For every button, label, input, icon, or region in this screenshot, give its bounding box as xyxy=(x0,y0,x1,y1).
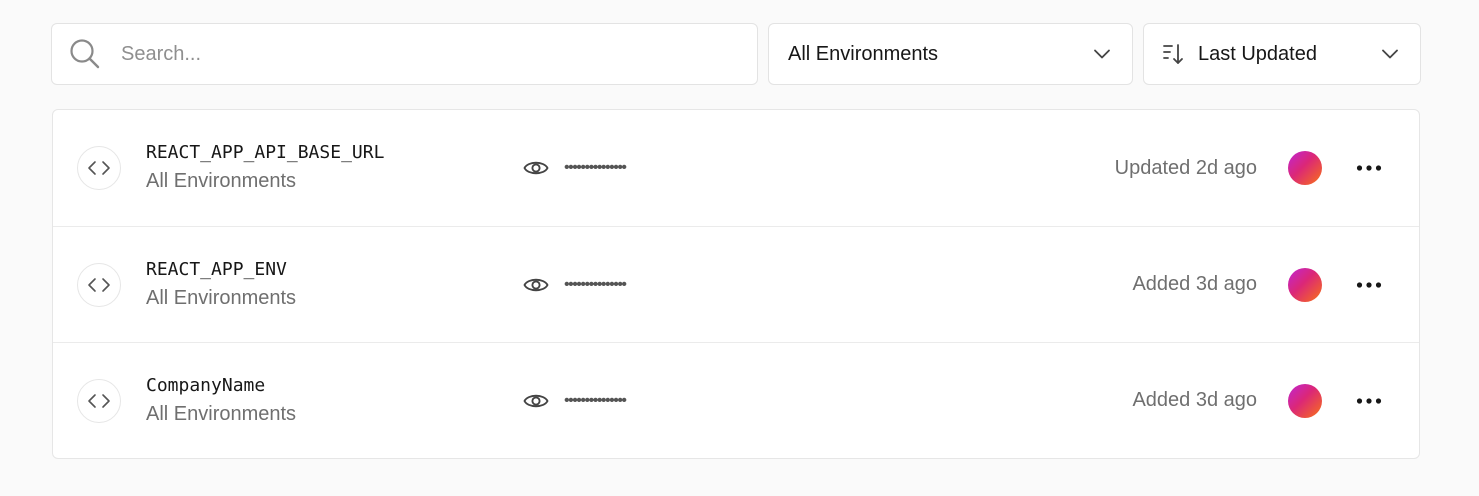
chevron-down-icon xyxy=(1094,49,1110,59)
search-icon xyxy=(70,39,100,69)
filter-bar: All Environments Last Updated xyxy=(51,23,1421,85)
env-variable-row[interactable]: CompanyName All Environments •••••••••••… xyxy=(53,342,1419,458)
sort-descending-icon xyxy=(1163,44,1183,64)
avatar[interactable] xyxy=(1288,267,1322,302)
variable-environment: All Environments xyxy=(146,170,297,192)
masked-value: ••••••••••••••• xyxy=(564,275,627,293)
variable-status: Added 3d ago xyxy=(1132,389,1257,411)
masked-value: ••••••••••••••• xyxy=(564,159,627,176)
code-icon xyxy=(77,262,121,307)
more-options-icon[interactable] xyxy=(1354,153,1384,183)
variable-name: REACT_APP_ENV xyxy=(146,258,287,280)
variable-environment: All Environments xyxy=(146,286,297,309)
masked-value: ••••••••••••••• xyxy=(564,391,627,409)
variable-status: Updated 2d ago xyxy=(1114,156,1257,179)
environment-filter-select[interactable]: All Environments xyxy=(768,23,1133,85)
variable-info: CompanyName All Environments xyxy=(146,374,296,428)
env-variable-list: REACT_APP_API_BASE_URL All Environments … xyxy=(52,109,1420,459)
variable-name: REACT_APP_API_BASE_URL xyxy=(146,142,385,163)
environment-filter-value: All Environments xyxy=(788,42,939,65)
more-options-icon[interactable] xyxy=(1354,270,1384,300)
reveal-value-eye-icon[interactable] xyxy=(522,271,550,299)
reveal-value-eye-icon[interactable] xyxy=(522,154,550,182)
code-icon xyxy=(77,146,121,190)
variable-info: REACT_APP_ENV All Environments xyxy=(146,258,296,312)
chevron-down-icon xyxy=(1382,49,1398,59)
search-box[interactable] xyxy=(51,23,758,85)
more-options-icon[interactable] xyxy=(1354,386,1384,416)
variable-info: REACT_APP_API_BASE_URL All Environments xyxy=(146,141,384,195)
variable-status: Added 3d ago xyxy=(1132,273,1257,295)
sort-select[interactable]: Last Updated xyxy=(1143,23,1421,85)
sort-value: Last Updated xyxy=(1198,42,1317,65)
variable-environment: All Environments xyxy=(146,402,297,425)
env-variable-row[interactable]: REACT_APP_API_BASE_URL All Environments … xyxy=(53,110,1419,226)
variable-name: CompanyName xyxy=(146,374,266,396)
avatar[interactable] xyxy=(1288,151,1322,185)
avatar[interactable] xyxy=(1288,383,1322,418)
env-variable-row[interactable]: REACT_APP_ENV All Environments •••••••••… xyxy=(53,226,1419,342)
code-icon xyxy=(77,378,121,423)
reveal-value-eye-icon[interactable] xyxy=(522,387,550,415)
search-input[interactable] xyxy=(119,41,723,67)
